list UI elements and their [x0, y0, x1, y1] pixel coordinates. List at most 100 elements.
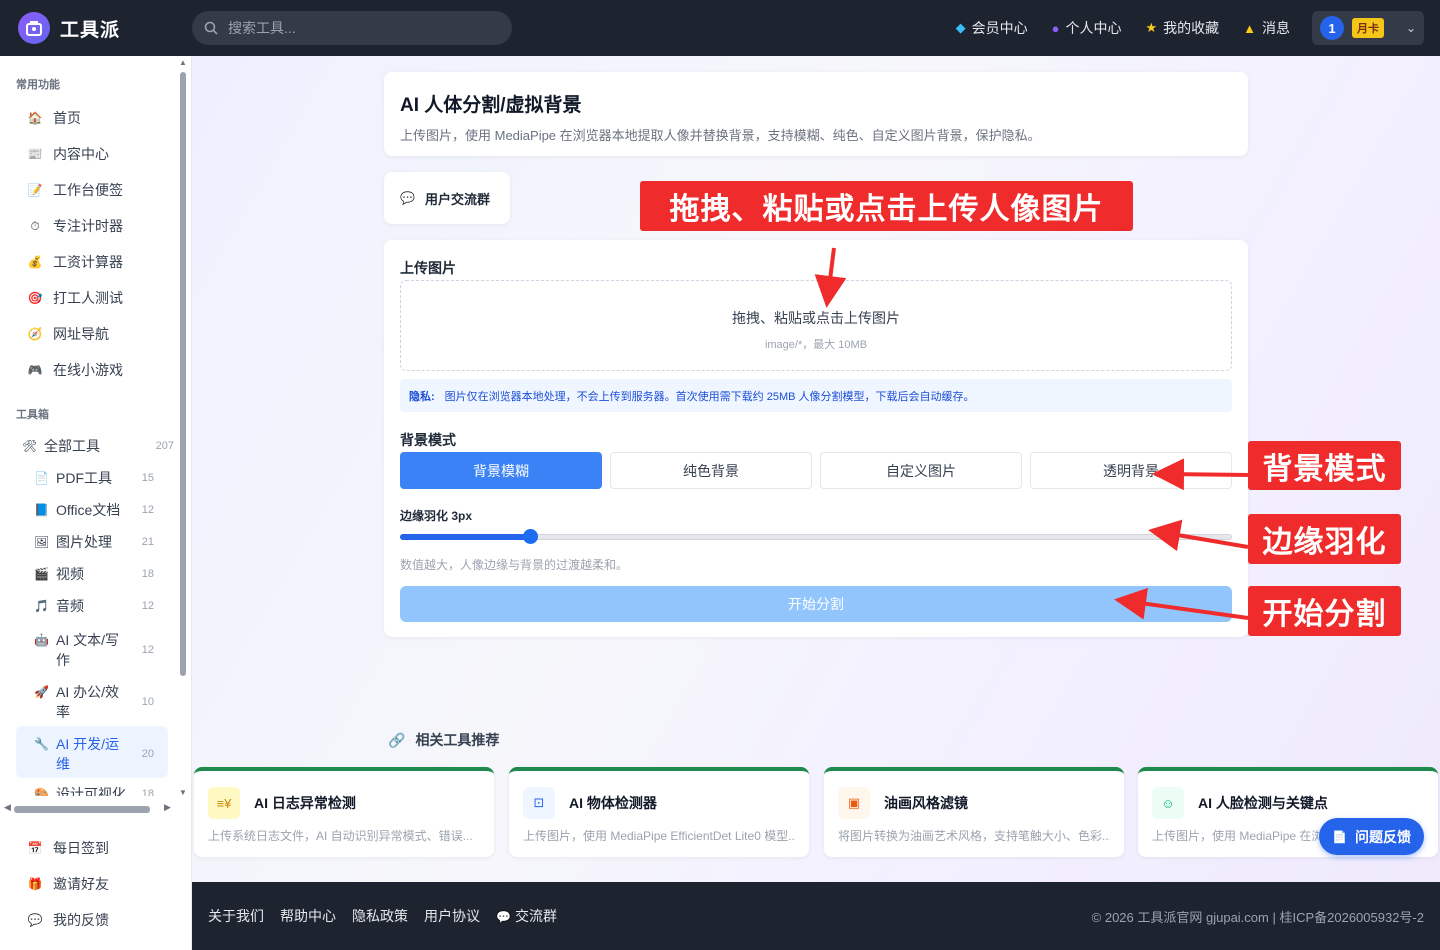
item-count: 12 — [141, 644, 154, 656]
feather-hint: 数值越大，人像边缘与背景的过渡越柔和。 — [400, 558, 629, 572]
annotation-upload: 拖拽、粘贴或点击上传人像图片 — [640, 181, 1133, 231]
search-bar[interactable] — [192, 11, 512, 45]
logo[interactable]: 工具派 — [18, 12, 192, 44]
sidebar-item-content[interactable]: 📰 内容中心 — [0, 136, 192, 172]
nav-messages[interactable]: ▲ 消息 — [1243, 18, 1290, 38]
related-tool-card[interactable]: ≡¥ AI 日志异常检测 上传系统日志文件，AI 自动识别异常模式、错误... — [194, 767, 494, 857]
wrench-icon: 🔧 — [34, 737, 49, 751]
top-nav: ◆ 会员中心 ● 个人中心 ★ 我的收藏 ▲ 消息 1 月卡 ⌄ — [932, 11, 1440, 45]
nav-label: 消息 — [1262, 20, 1290, 36]
home-icon: 🏠 — [27, 111, 43, 125]
sidebar-item-ai-devops[interactable]: 🔧 AI 开发/运维 20 — [16, 726, 168, 778]
user-group-label: 用户交流群 — [424, 191, 490, 207]
document-icon: 📄 — [1332, 829, 1347, 844]
item-count: 18 — [141, 568, 154, 580]
sidebar-item-my-feedback[interactable]: 💬 我的反馈 — [0, 902, 192, 938]
footer-link-privacy[interactable]: 隐私政策 — [352, 906, 408, 926]
nav-label: 我的收藏 — [1163, 20, 1220, 36]
search-input[interactable] — [228, 20, 488, 36]
sidebar-item-label: 邀请好友 — [53, 876, 109, 892]
sidebar-item-image[interactable]: 🖼 图片处理 21 — [0, 526, 192, 558]
sidebar-item-all-tools[interactable]: 🛠 全部工具 207 — [0, 430, 192, 462]
scroll-down-icon[interactable]: ▼ — [179, 788, 187, 797]
sidebar-item-video[interactable]: 🎬 视频 18 — [0, 558, 192, 590]
sidebar-vertical-scrollbar[interactable]: ▲ ▼ — [178, 58, 188, 798]
sidebar-item-label: AI 办公/效率 — [56, 684, 120, 720]
privacy-text: 图片仅在浏览器本地处理，不会上传到服务器。首次使用需下载约 25MB 人像分割模… — [444, 390, 975, 403]
scrollbar-thumb[interactable] — [14, 806, 150, 813]
sidebar-item-design[interactable]: 🎨 设计可视化 18 — [0, 778, 192, 796]
user-group-button[interactable]: 💬 用户交流群 — [384, 172, 510, 224]
sidebar-item-label: 全部工具 — [44, 438, 100, 454]
sidebar-item-pdf[interactable]: 📄 PDF工具 15 — [0, 462, 192, 494]
clapper-icon: 🎬 — [34, 567, 49, 581]
picture-icon: 🖼 — [34, 535, 50, 549]
bg-mode-solid[interactable]: 纯色背景 — [610, 452, 812, 489]
bg-mode-blur[interactable]: 背景模糊 — [400, 452, 602, 489]
related-tool-card[interactable]: ⊡ AI 物体检测器 上传图片，使用 MediaPipe EfficientDet… — [509, 767, 809, 857]
user-menu[interactable]: 1 月卡 ⌄ — [1312, 11, 1424, 45]
calendar-icon: 📅 — [27, 841, 43, 855]
sidebar-item-label: 工作台便签 — [53, 182, 123, 198]
upload-dropzone[interactable]: 拖拽、粘贴或点击上传图片 image/*，最大 10MB — [400, 280, 1232, 371]
footer-link-group[interactable]: 💬 交流群 — [496, 906, 557, 926]
related-tool-card[interactable]: ▣ 油画风格滤镜 将图片转换为油画艺术风格，支持笔触大小、色彩... — [824, 767, 1124, 857]
footer-link-about[interactable]: 关于我们 — [208, 906, 264, 926]
sidebar-item-invite[interactable]: 🎁 邀请好友 — [0, 866, 192, 902]
related-tool-name: AI 日志异常检测 — [254, 795, 356, 811]
item-count: 18 — [141, 788, 154, 796]
palette-icon: 🎨 — [34, 787, 49, 796]
sidebar-item-ai-office[interactable]: 🚀 AI 办公/效率 10 — [0, 674, 192, 726]
sidebar-item-salary[interactable]: 💰 工资计算器 — [0, 244, 192, 280]
bg-mode-custom-image[interactable]: 自定义图片 — [820, 452, 1022, 489]
feedback-button[interactable]: 📄 问题反馈 — [1319, 818, 1424, 855]
sidebar-item-games[interactable]: 🎮 在线小游戏 — [0, 352, 192, 388]
top-bar: 工具派 ◆ 会员中心 ● 个人中心 ★ 我的收藏 ▲ 消息 1 月卡 ⌄ — [0, 0, 1440, 56]
logo-icon — [18, 12, 50, 44]
annotation-feather: 边缘羽化 — [1248, 514, 1401, 564]
feather-slider[interactable] — [400, 528, 1232, 544]
related-tool-desc: 将图片转换为油画艺术风格，支持笔触大小、色彩... — [838, 829, 1110, 843]
money-bag-icon: 💰 — [27, 255, 43, 269]
item-count: 10 — [141, 696, 154, 708]
newspaper-icon: 📰 — [27, 147, 43, 161]
sidebar-item-home[interactable]: 🏠 首页 — [0, 100, 192, 136]
slider-handle[interactable] — [523, 529, 538, 544]
sidebar-item-office[interactable]: 📘 Office文档 12 — [0, 494, 192, 526]
item-count: 15 — [141, 472, 154, 484]
sidebar-item-label: AI 开发/运维 — [56, 736, 120, 772]
footer-link-help[interactable]: 帮助中心 — [280, 906, 336, 926]
timer-icon: ⏱ — [30, 218, 40, 233]
scroll-up-icon[interactable]: ▲ — [179, 58, 187, 67]
start-segmentation-button[interactable]: 开始分割 — [400, 586, 1232, 622]
gamepad-icon: 🎮 — [27, 363, 43, 377]
sidebar-item-url-nav[interactable]: 🧭 网址导航 — [0, 316, 192, 352]
nav-member-center[interactable]: ◆ 会员中心 — [956, 18, 1028, 38]
document-icon: 📄 — [34, 471, 49, 485]
scroll-left-icon[interactable]: ◀ — [4, 802, 11, 813]
footer-link-terms[interactable]: 用户协议 — [424, 906, 480, 926]
sidebar-item-notes[interactable]: 📝 工作台便签 — [0, 172, 192, 208]
sidebar-item-ai-writing[interactable]: 🤖 AI 文本/写作 12 — [0, 622, 192, 674]
sidebar-item-worker-test[interactable]: 🎯 打工人测试 — [0, 280, 192, 316]
annotation-start: 开始分割 — [1248, 586, 1401, 636]
log-icon: ≡¥ — [208, 787, 240, 819]
nav-favorites[interactable]: ★ 我的收藏 — [1145, 18, 1219, 38]
bg-mode-transparent[interactable]: 透明背景 — [1030, 452, 1232, 489]
scroll-right-icon[interactable]: ▶ — [164, 802, 171, 813]
sidebar-item-timer[interactable]: ⏱ 专注计时器 — [0, 208, 192, 244]
footer-link-label: 交流群 — [514, 908, 557, 924]
nav-personal-center[interactable]: ● 个人中心 — [1052, 18, 1122, 38]
sidebar-item-checkin[interactable]: 📅 每日签到 — [0, 830, 192, 866]
scrollbar-thumb[interactable] — [180, 72, 186, 676]
compass-icon: 🧭 — [27, 327, 43, 341]
sidebar-item-audio[interactable]: 🎵 音频 12 — [0, 590, 192, 622]
portrait-icon: ▣ — [838, 787, 870, 819]
diamond-icon: ◆ — [955, 20, 966, 35]
sidebar-horizontal-scrollbar[interactable]: ◀ ▶ — [0, 802, 178, 816]
sidebar-item-label: 每日签到 — [53, 840, 109, 856]
item-count: 21 — [141, 536, 154, 548]
item-count: 20 — [141, 748, 154, 760]
book-icon: 📘 — [34, 503, 49, 517]
search-icon — [204, 21, 218, 35]
